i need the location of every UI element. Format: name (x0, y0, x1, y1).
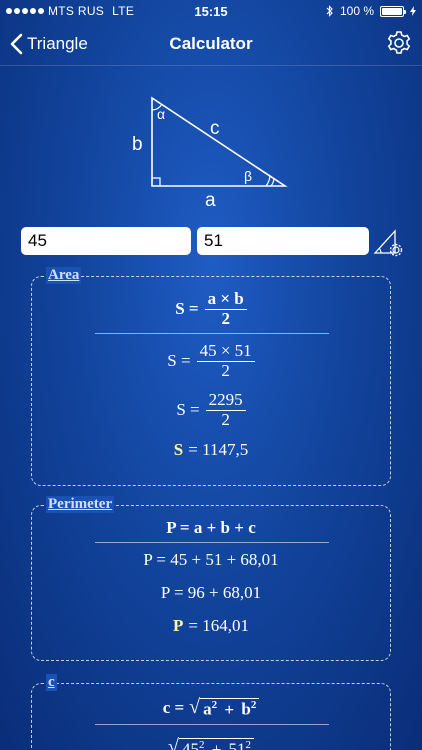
area-step-1: S = 45 × 51 2 (32, 341, 390, 380)
triangle-diagram: α β b c a (132, 96, 288, 211)
area-step-2-fraction: 2295 2 (205, 390, 246, 429)
triangle-settings-icon[interactable] (373, 227, 403, 257)
area-title: Area (46, 267, 82, 284)
hypotenuse-plus: + (224, 699, 235, 719)
hypotenuse-radicand: a2 + b2 (200, 698, 260, 720)
hypotenuse-step-1-b: 51 (228, 739, 246, 750)
leg-a-input[interactable] (21, 227, 191, 255)
hypotenuse-step-1-a: 45 (181, 739, 199, 750)
perimeter-title: Perimeter (46, 496, 115, 513)
area-step-2-denominator: 2 (221, 409, 230, 429)
hypotenuse-title: c (46, 674, 57, 691)
leg-b-input[interactable] (197, 227, 369, 255)
label-c: c (210, 118, 220, 139)
status-time: 15:15 (194, 3, 228, 19)
hypotenuse-step-1-exp-a: 2 (198, 739, 205, 750)
area-divider (95, 333, 329, 334)
perimeter-result-lhs: P (173, 616, 184, 635)
settings-button[interactable] (386, 30, 412, 61)
area-step-2-lhs: S = (176, 400, 200, 420)
label-b: b (132, 134, 143, 155)
label-beta: β (244, 168, 252, 184)
beta-angle-arc-inner (270, 177, 275, 187)
status-bar: MTS RUS LTE 15:15 100 % (0, 0, 422, 22)
hypotenuse-term-a: a (203, 699, 212, 719)
battery-fill (382, 7, 402, 15)
hypotenuse-exp-b: 2 (250, 699, 257, 711)
perimeter-result: P = 164,01 (32, 616, 390, 636)
area-formula-lhs: S = (175, 299, 199, 319)
beta-angle-arc (265, 174, 271, 187)
perimeter-step-2: P = 96 + 68,01 (160, 583, 262, 602)
hypotenuse-step-1-radicand: 452 + 512 (178, 738, 255, 750)
hypotenuse-step-1-exp-b: 2 (245, 739, 252, 750)
area-step-2-numerator: 2295 (205, 390, 246, 411)
area-result-value: = 1147,5 (188, 440, 249, 459)
right-angle-mark (152, 177, 161, 186)
area-formula-denominator: 2 (221, 308, 230, 328)
triangle-shape (151, 96, 288, 187)
gear-icon (387, 31, 411, 54)
hypotenuse-divider (95, 724, 329, 725)
navigation-bar: Triangle Calculator (0, 22, 422, 66)
hypotenuse-term-b: b (241, 699, 251, 719)
hypotenuse-formula-lhs: c = (162, 697, 185, 717)
perimeter-divider (95, 542, 329, 543)
perimeter-section: Perimeter P = a + b + c P = 45 + 51 + 68… (31, 496, 391, 661)
sqrt-icon-step: √ (167, 736, 179, 750)
area-section: Area S = a × b 2 S = 45 × 51 2 S = 2295 … (31, 267, 391, 486)
back-button-label: Triangle (27, 33, 88, 53)
chevron-left-icon (10, 33, 23, 54)
battery-icon (380, 5, 406, 17)
area-step-1-denominator: 2 (221, 360, 230, 380)
area-step-1-lhs: S = (167, 351, 191, 371)
hypotenuse-exp-a: 2 (211, 699, 218, 711)
label-alpha: α (157, 106, 165, 122)
perimeter-step-1: P = 45 + 51 + 68,01 (143, 550, 279, 569)
input-row (21, 227, 411, 257)
area-step-1-numerator: 45 × 51 (196, 341, 255, 362)
hypotenuse-section: c c = √ a2 + b2 √ 452 + 512 (31, 674, 391, 750)
area-formula-numerator: a × b (204, 289, 247, 310)
area-result: S = 1147,5 (32, 440, 390, 460)
back-button[interactable]: Triangle (0, 33, 88, 55)
area-step-1-fraction: 45 × 51 2 (196, 341, 255, 380)
hypotenuse-formula: c = √ a2 + b2 (32, 696, 390, 720)
sqrt-icon: √ (189, 696, 201, 719)
hypotenuse-step-1: √ 452 + 512 (32, 736, 390, 750)
area-formula-fraction: a × b 2 (204, 289, 247, 328)
label-a: a (205, 190, 216, 211)
hypotenuse-step-1-plus: + (211, 739, 222, 750)
area-formula: S = a × b 2 (32, 289, 390, 328)
perimeter-result-value: = 164,01 (188, 616, 249, 635)
perimeter-formula: P = a + b + c (166, 518, 256, 537)
area-result-lhs: S (173, 440, 184, 459)
area-step-2: S = 2295 2 (32, 390, 390, 429)
